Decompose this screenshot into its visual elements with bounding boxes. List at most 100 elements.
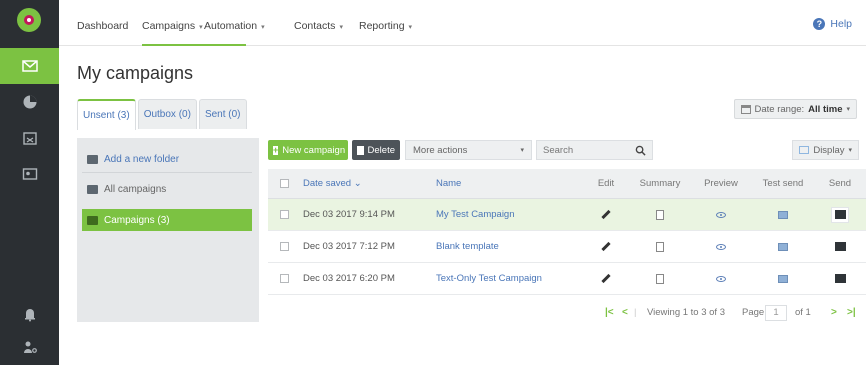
nav-contacts[interactable]: Contacts ▾ (294, 20, 343, 32)
table-header: Date saved ⌄ Name Edit Summary Preview T… (268, 169, 866, 199)
test-send-icon[interactable] (757, 199, 809, 230)
test-send-icon[interactable] (757, 263, 809, 294)
top-navigation: Dashboard Campaigns ▾ Automation ▾ Contact… (59, 0, 866, 46)
row-campaign-name-link[interactable]: Blank template (436, 231, 499, 262)
nav-campaigns[interactable]: Campaigns ▾ (142, 20, 203, 32)
bell-icon[interactable] (0, 296, 59, 332)
nav-reporting[interactable]: Reporting ▾ (359, 20, 412, 32)
send-icon[interactable] (816, 199, 864, 230)
mail-icon[interactable] (0, 48, 59, 84)
row-campaign-name-link[interactable]: Text-Only Test Campaign (436, 263, 542, 294)
more-actions-select[interactable]: More actions ▾ (405, 140, 532, 160)
chevron-down-icon: ▾ (408, 24, 413, 31)
header-date-saved[interactable]: Date saved ⌄ (303, 169, 362, 198)
prev-page-icon[interactable]: < (622, 307, 628, 318)
help-link[interactable]: ? Help (813, 18, 852, 30)
send-icon[interactable] (816, 263, 864, 294)
viewing-range-text: Viewing 1 to 3 of 3 (647, 307, 725, 318)
preview-eye-icon[interactable] (695, 231, 747, 262)
header-summary: Summary (639, 178, 681, 189)
nav-contacts-label: Contacts (294, 20, 336, 32)
pie-chart-icon[interactable] (0, 84, 59, 120)
app-frame: Dashboard Campaigns ▾ Automation ▾ Contact… (0, 0, 866, 365)
calendar-icon[interactable] (0, 120, 59, 156)
page-number-input[interactable]: 1 (765, 305, 787, 321)
edit-pencil-icon[interactable] (586, 231, 626, 262)
chevron-down-icon: ▾ (339, 24, 343, 31)
summary-document-icon[interactable] (634, 199, 686, 230)
delete-label: Delete (367, 144, 395, 156)
tab-outbox[interactable]: Outbox (0) (137, 99, 197, 129)
help-label: Help (830, 18, 852, 30)
next-page-icon[interactable]: > (831, 307, 837, 318)
active-nav-underline (142, 44, 246, 46)
left-icon-rail (0, 0, 59, 365)
columns-icon (799, 146, 810, 154)
table-row[interactable]: Dec 03 2017 7:12 PM Blank template (268, 231, 866, 263)
header-send: Send (828, 178, 852, 189)
chevron-down-icon: ▾ (846, 106, 850, 113)
contacts-card-icon[interactable] (0, 156, 59, 192)
add-folder-icon (87, 155, 98, 164)
folder-campaigns-label: Campaigns (3) (104, 214, 170, 226)
display-options-button[interactable]: Display ▾ (792, 140, 859, 160)
nav-dashboard-label: Dashboard (77, 20, 129, 32)
search-icon[interactable] (635, 145, 646, 156)
send-icon[interactable] (816, 231, 864, 262)
first-page-icon[interactable]: |< (605, 307, 614, 318)
header-date-label: Date saved (303, 178, 352, 189)
pagination: |< < | Viewing 1 to 3 of 3 Page 1 of 1 >… (600, 305, 866, 323)
page-count-text: of 1 (795, 307, 811, 318)
page-title: My campaigns (77, 63, 194, 83)
row-campaign-name-link[interactable]: My Test Campaign (436, 199, 515, 230)
preview-eye-icon[interactable] (695, 263, 747, 294)
trash-icon (357, 145, 364, 155)
new-campaign-label: New campaign (282, 144, 346, 156)
campaign-table: Date saved ⌄ Name Edit Summary Preview T… (268, 169, 866, 295)
chevron-down-icon: ▾ (261, 24, 265, 31)
edit-pencil-icon[interactable] (586, 263, 626, 294)
new-campaign-button[interactable]: + New campaign (268, 140, 348, 160)
tab-sent[interactable]: Sent (0) (198, 99, 247, 129)
folder-icon (87, 215, 98, 225)
summary-document-icon[interactable] (634, 231, 686, 262)
header-name[interactable]: Name (436, 169, 461, 198)
row-date: Dec 03 2017 9:14 PM (303, 209, 395, 220)
nav-automation-label: Automation (204, 20, 258, 32)
add-folder-label: Add a new folder (104, 154, 180, 165)
chevron-down-icon: ▾ (520, 147, 524, 154)
header-preview: Preview (704, 178, 738, 189)
summary-document-icon[interactable] (634, 263, 686, 294)
row-checkbox[interactable] (280, 231, 289, 262)
logo-icon[interactable] (17, 8, 41, 32)
page-label: Page (742, 307, 765, 318)
last-page-icon[interactable]: >| (847, 307, 856, 318)
select-all-checkbox[interactable] (280, 169, 289, 198)
preview-eye-icon[interactable] (695, 199, 747, 230)
row-checkbox[interactable] (280, 263, 289, 294)
nav-automation[interactable]: Automation ▾ (204, 20, 265, 32)
table-row[interactable]: Dec 03 2017 9:14 PM My Test Campaign (268, 199, 866, 231)
nav-reporting-label: Reporting (359, 20, 405, 32)
user-settings-icon[interactable] (0, 329, 59, 365)
campaign-toolbar: + New campaign Delete More actions ▾ Sea… (268, 138, 866, 164)
date-range-dropdown[interactable]: Date range: All time ▾ (733, 99, 857, 119)
search-input[interactable]: Search (536, 140, 653, 160)
date-range-label: Date range: (754, 103, 805, 115)
plus-icon: + (273, 144, 279, 155)
chevron-down-icon: ▾ (848, 147, 852, 154)
folders-icon (87, 184, 98, 194)
table-row[interactable]: Dec 03 2017 6:20 PM Text-Only Test Campa… (268, 263, 866, 295)
folder-campaigns[interactable]: Campaigns (3) (82, 209, 252, 231)
edit-pencil-icon[interactable] (586, 199, 626, 230)
test-send-icon[interactable] (757, 231, 809, 262)
tab-unsent[interactable]: Unsent (3) (77, 99, 136, 130)
delete-button[interactable]: Delete (352, 140, 400, 160)
date-range-value: All time (808, 103, 843, 115)
display-label: Display (813, 144, 845, 156)
row-checkbox[interactable] (280, 199, 289, 230)
folder-all-campaigns[interactable]: All campaigns (82, 178, 252, 200)
nav-dashboard[interactable]: Dashboard (77, 20, 128, 32)
add-folder-link[interactable]: Add a new folder (82, 147, 252, 173)
row-date: Dec 03 2017 6:20 PM (303, 273, 395, 284)
